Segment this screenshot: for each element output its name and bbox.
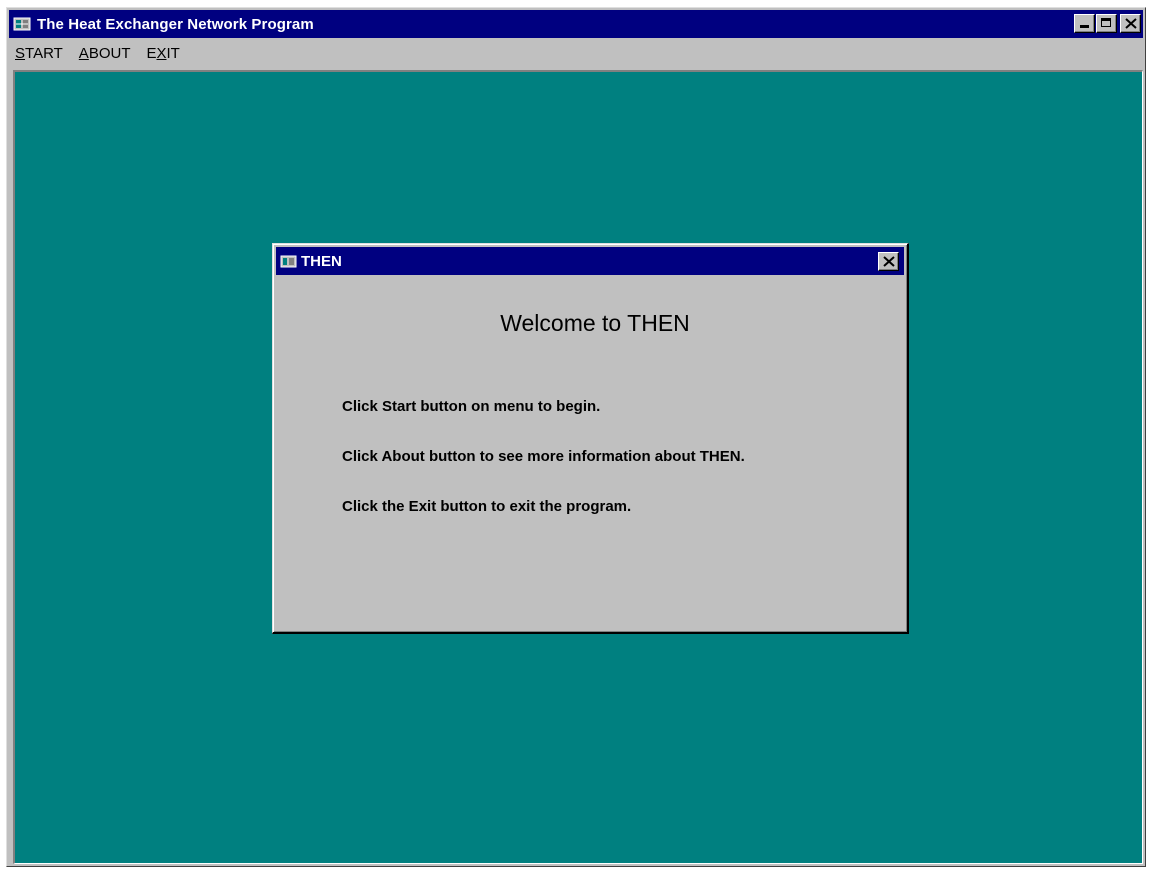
instruction-start: Click Start button on menu to begin. [342,398,601,415]
dialog-titlebar[interactable]: THEN [276,247,904,275]
instruction-about: Click About button to see more informati… [342,448,745,465]
window-title: The Heat Exchanger Network Program [37,15,314,33]
welcome-heading: Welcome to THEN [500,310,690,336]
close-icon [1125,18,1137,29]
maximize-button[interactable] [1096,14,1117,33]
close-button[interactable] [1120,14,1141,33]
maximize-icon [1101,18,1111,27]
menu-bar: START ABOUT EXIT [9,40,1143,66]
close-icon [883,256,895,267]
minimize-icon [1080,25,1089,28]
dialog-app-icon [280,255,297,267]
instruction-list: Click Start button on menu to begin. Cli… [342,394,745,544]
menu-about-mnemonic: A [78,44,89,62]
dialog-title: THEN [301,252,342,270]
menu-exit-label-end: IT [166,44,180,62]
menu-exit-mnemonic: X [156,44,167,62]
menu-start[interactable]: START [9,45,71,62]
main-titlebar[interactable]: The Heat Exchanger Network Program [9,10,1143,38]
menu-exit-label-start: E [146,44,157,62]
instruction-exit: Click the Exit button to exit the progra… [342,498,632,515]
menu-exit[interactable]: EXIT [138,45,187,62]
menu-start-mnemonic: S [15,44,26,62]
menu-start-label: TART [25,44,63,62]
app-icon [13,17,31,31]
minimize-button[interactable] [1074,14,1095,33]
menu-about-label: BOUT [88,44,131,62]
welcome-dialog: THEN Welcome to THEN Click Start button … [272,243,909,634]
dialog-close-button[interactable] [878,252,899,271]
window-controls [1073,14,1141,33]
menu-about[interactable]: ABOUT [71,45,139,62]
